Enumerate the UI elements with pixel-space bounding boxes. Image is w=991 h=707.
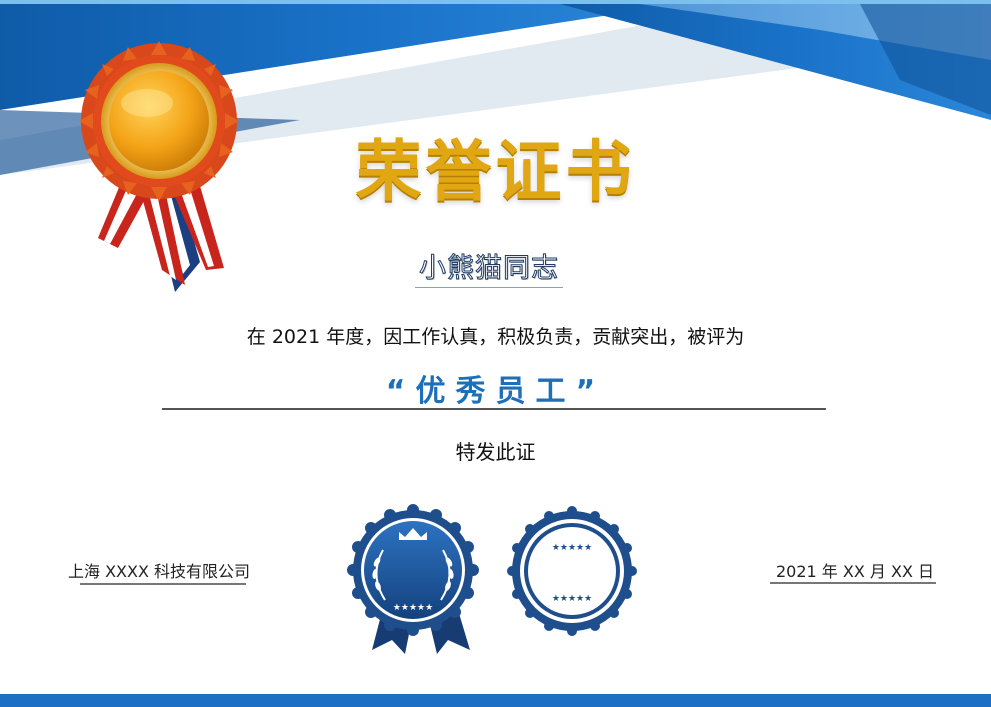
closing-text: 特发此证 bbox=[455, 440, 536, 464]
issue-date: 2021 年 XX 月 XX 日 bbox=[776, 562, 934, 581]
date-signature-line bbox=[770, 582, 936, 584]
recipient-name: 小熊猫同志 bbox=[415, 246, 563, 288]
svg-text:★★★★★: ★★★★★ bbox=[552, 594, 592, 604]
award-title: “优秀员工” bbox=[385, 374, 606, 409]
crown-seal: ★★★★★ bbox=[347, 504, 479, 654]
award-reason-text: 在 2021 年度，因工作认真，积极负责，贡献突出，被评为 bbox=[246, 326, 745, 348]
issuer-company: 上海 XXXX 科技有限公司 bbox=[68, 562, 251, 581]
certificate-title: 荣誉证书 bbox=[355, 133, 636, 210]
certificate-page: ★★★★★ ★★★★★ ★★★★★ 荣誉证书 小熊猫同志 在 2021 年度，因… bbox=[0, 0, 991, 707]
blank-seal: ★★★★★ ★★★★★ bbox=[507, 506, 637, 636]
certificate-background: ★★★★★ ★★★★★ ★★★★★ bbox=[0, 0, 991, 654]
bottom-bar bbox=[0, 694, 991, 707]
svg-text:★★★★★: ★★★★★ bbox=[552, 543, 592, 553]
award-underline bbox=[162, 408, 826, 410]
company-signature-line bbox=[80, 583, 246, 585]
star-icon: ★★★★★ bbox=[393, 603, 433, 613]
